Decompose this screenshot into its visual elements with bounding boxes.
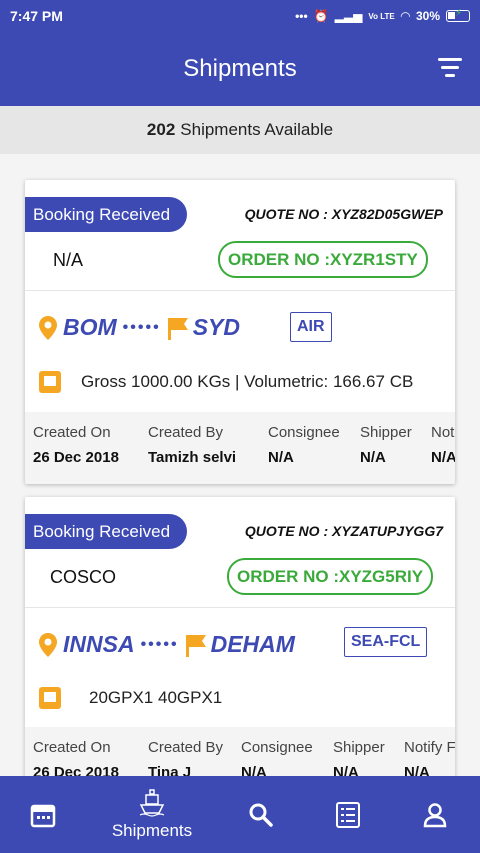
nav-shipments[interactable]: Shipments — [100, 776, 204, 853]
status-badge: Booking Received — [25, 514, 187, 549]
meta-consignee: Consignee N/A — [268, 424, 340, 466]
bottom-nav: Shipments — [0, 776, 480, 853]
status-icons: ••• ⏰ ▂▃▅ Vo LTE ◠ 30% ⚡ — [295, 8, 470, 23]
status-bar: 7:47 PM ••• ⏰ ▂▃▅ Vo LTE ◠ 30% ⚡ — [0, 0, 480, 32]
filter-icon[interactable] — [438, 58, 462, 78]
status-badge: Booking Received — [25, 197, 187, 232]
meta-consignee: Consignee N/A — [241, 739, 313, 776]
quote-number: QUOTE NO : XYZATUPJYGG7 — [244, 523, 443, 539]
quote-number: QUOTE NO : XYZ82D05GWEP — [244, 206, 443, 222]
route: BOM ••••• SYD — [39, 314, 240, 341]
location-pin-icon — [39, 315, 57, 340]
location-pin-icon — [39, 632, 57, 657]
shipment-meta: Created On 26 Dec 2018 Created By Tamizh… — [25, 412, 455, 484]
origin-code: INNSA — [63, 631, 135, 657]
package-icon — [39, 687, 61, 709]
more-icon: ••• — [295, 9, 308, 23]
route-dots: ••••• — [122, 318, 161, 336]
meta-notify: Notify F N/A — [404, 739, 455, 776]
battery-percent: 30% — [415, 9, 440, 23]
page-title: Shipments — [183, 55, 297, 82]
nav-search[interactable] — [238, 776, 284, 853]
meta-notify: Not N/A — [431, 424, 455, 466]
load-details: Gross 1000.00 KGs | Volumetric: 166.67 C… — [39, 371, 413, 393]
meta-shipper: Shipper N/A — [360, 424, 412, 466]
order-number-badge: ORDER NO :XYZG5RIY — [227, 558, 434, 595]
search-icon — [249, 803, 273, 827]
app-bar: Shipments — [0, 32, 480, 106]
carrier-name: COSCO — [50, 567, 117, 587]
status-time: 7:47 PM — [10, 8, 63, 24]
load-text: 20GPX1 40GPX1 — [89, 688, 223, 707]
destination-code: DEHAM — [210, 631, 295, 657]
nav-profile[interactable] — [412, 776, 458, 853]
flag-icon — [167, 317, 188, 340]
route: INNSA ••••• DEHAM — [39, 631, 295, 658]
nav-shipments-label: Shipments — [111, 820, 193, 840]
meta-shipper: Shipper N/A — [333, 739, 385, 776]
calendar-icon — [30, 804, 56, 827]
signal-icon: ▂▃▅ — [334, 9, 363, 23]
meta-created-on: Created On 26 Dec 2018 — [33, 424, 119, 466]
divider — [25, 607, 455, 608]
nav-calendar[interactable] — [20, 776, 66, 853]
battery-icon: ⚡ — [446, 8, 470, 22]
shipment-card[interactable]: Booking Received QUOTE NO : XYZATUPJYGG7… — [25, 497, 455, 776]
shipment-card[interactable]: Booking Received QUOTE NO : XYZ82D05GWEP… — [25, 180, 455, 484]
meta-created-by: Created By Tina J — [148, 739, 224, 776]
ship-icon — [139, 788, 165, 817]
load-text: Gross 1000.00 KGs | Volumetric: 166.67 C… — [81, 372, 414, 391]
shipment-count-bar: 202 Shipments Available — [0, 106, 480, 154]
carrier-name: N/A — [53, 250, 84, 270]
shipment-meta: Created On 26 Dec 2018 Created By Tina J… — [25, 727, 455, 776]
flag-icon — [185, 634, 206, 657]
user-icon — [423, 802, 447, 827]
shipment-list[interactable]: Booking Received QUOTE NO : XYZ82D05GWEP… — [0, 154, 480, 776]
transport-mode-badge: SEA-FCL — [344, 627, 428, 657]
shipment-count: 202 — [146, 120, 176, 139]
shipment-count-label: Shipments Available — [180, 120, 334, 139]
meta-created-by: Created By Tamizh selvi — [148, 424, 237, 466]
transport-mode-badge: AIR — [290, 312, 332, 342]
destination-code: SYD — [192, 314, 240, 340]
load-details: 20GPX1 40GPX1 — [39, 687, 222, 709]
order-number-badge: ORDER NO :XYZR1STY — [218, 241, 428, 278]
volte-label: Vo LTE — [368, 11, 395, 21]
nav-list[interactable] — [325, 776, 371, 853]
alarm-icon: ⏰ — [313, 9, 329, 23]
origin-code: BOM — [63, 314, 117, 340]
wifi-icon: ◠ — [400, 9, 410, 23]
package-icon — [39, 371, 61, 393]
meta-created-on: Created On 26 Dec 2018 — [33, 739, 119, 776]
route-dots: ••••• — [140, 635, 179, 653]
divider — [25, 290, 455, 291]
list-icon — [336, 801, 360, 828]
